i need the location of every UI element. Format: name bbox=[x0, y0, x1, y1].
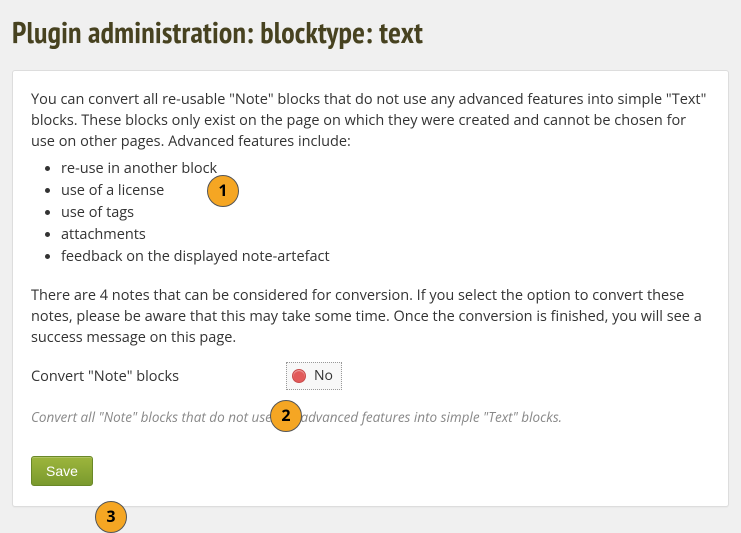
save-button[interactable]: Save bbox=[31, 456, 93, 486]
config-panel: You can convert all re-usable "Note" blo… bbox=[12, 70, 729, 507]
list-item: feedback on the displayed note-artefact bbox=[61, 246, 710, 267]
annotation-callout-3: 3 bbox=[95, 501, 127, 533]
features-list: re-use in another block use of a license… bbox=[31, 158, 710, 267]
help-text: Convert all "Note" blocks that do not us… bbox=[31, 408, 710, 428]
toggle-value: No bbox=[314, 366, 333, 386]
page-title: Plugin administration: blocktype: text bbox=[12, 13, 729, 52]
toggle-off-icon bbox=[292, 369, 306, 383]
convert-toggle[interactable]: No bbox=[286, 362, 342, 390]
convert-label: Convert "Note" blocks bbox=[31, 366, 286, 387]
list-item: use of tags bbox=[61, 202, 710, 223]
notes-info: There are 4 notes that can be considered… bbox=[31, 285, 710, 348]
list-item: use of a license bbox=[61, 180, 710, 201]
list-item: re-use in another block bbox=[61, 158, 710, 179]
convert-field-row: Convert "Note" blocks No bbox=[31, 362, 710, 390]
list-item: attachments bbox=[61, 224, 710, 245]
intro-text: You can convert all re-usable "Note" blo… bbox=[31, 89, 710, 152]
